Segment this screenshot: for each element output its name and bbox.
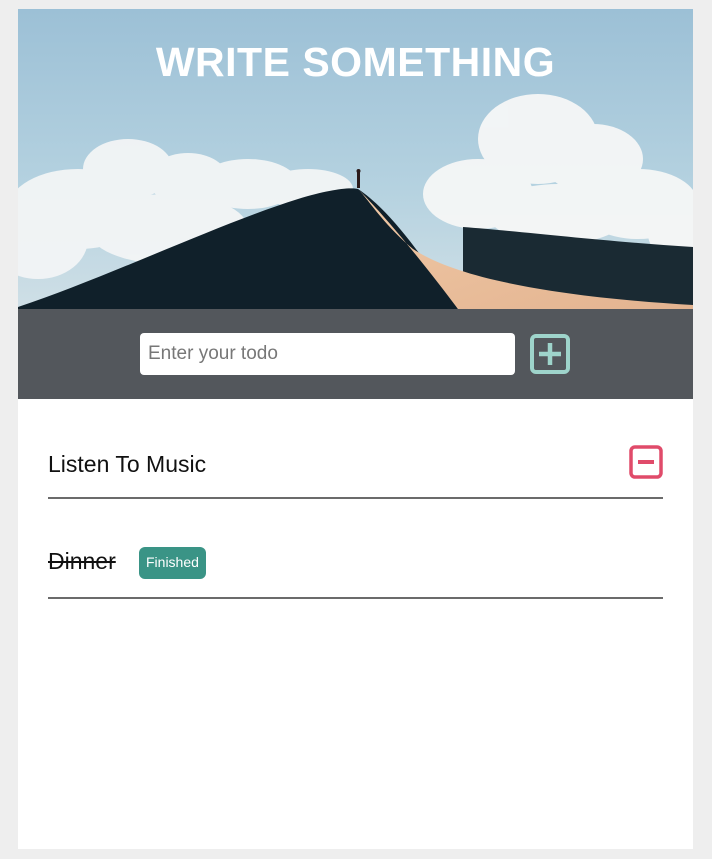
todo-card: WRITE SOMETHING Listen To Music Dinner F… (18, 9, 693, 849)
minus-square-icon (629, 445, 663, 479)
add-todo-button[interactable] (529, 333, 571, 375)
list-item[interactable]: Dinner Finished (48, 499, 663, 599)
todo-input[interactable] (140, 333, 515, 375)
todo-label: Listen To Music (48, 451, 207, 477)
status-badge: Finished (139, 547, 206, 579)
hero-banner: WRITE SOMETHING (18, 9, 693, 309)
todo-label: Dinner (48, 548, 116, 574)
remove-todo-button[interactable] (629, 445, 663, 479)
page-title: WRITE SOMETHING (155, 39, 556, 85)
todo-list: Listen To Music Dinner Finished (48, 399, 663, 599)
input-bar (18, 309, 693, 399)
list-item[interactable]: Listen To Music (48, 399, 663, 499)
plus-square-icon (530, 334, 570, 374)
